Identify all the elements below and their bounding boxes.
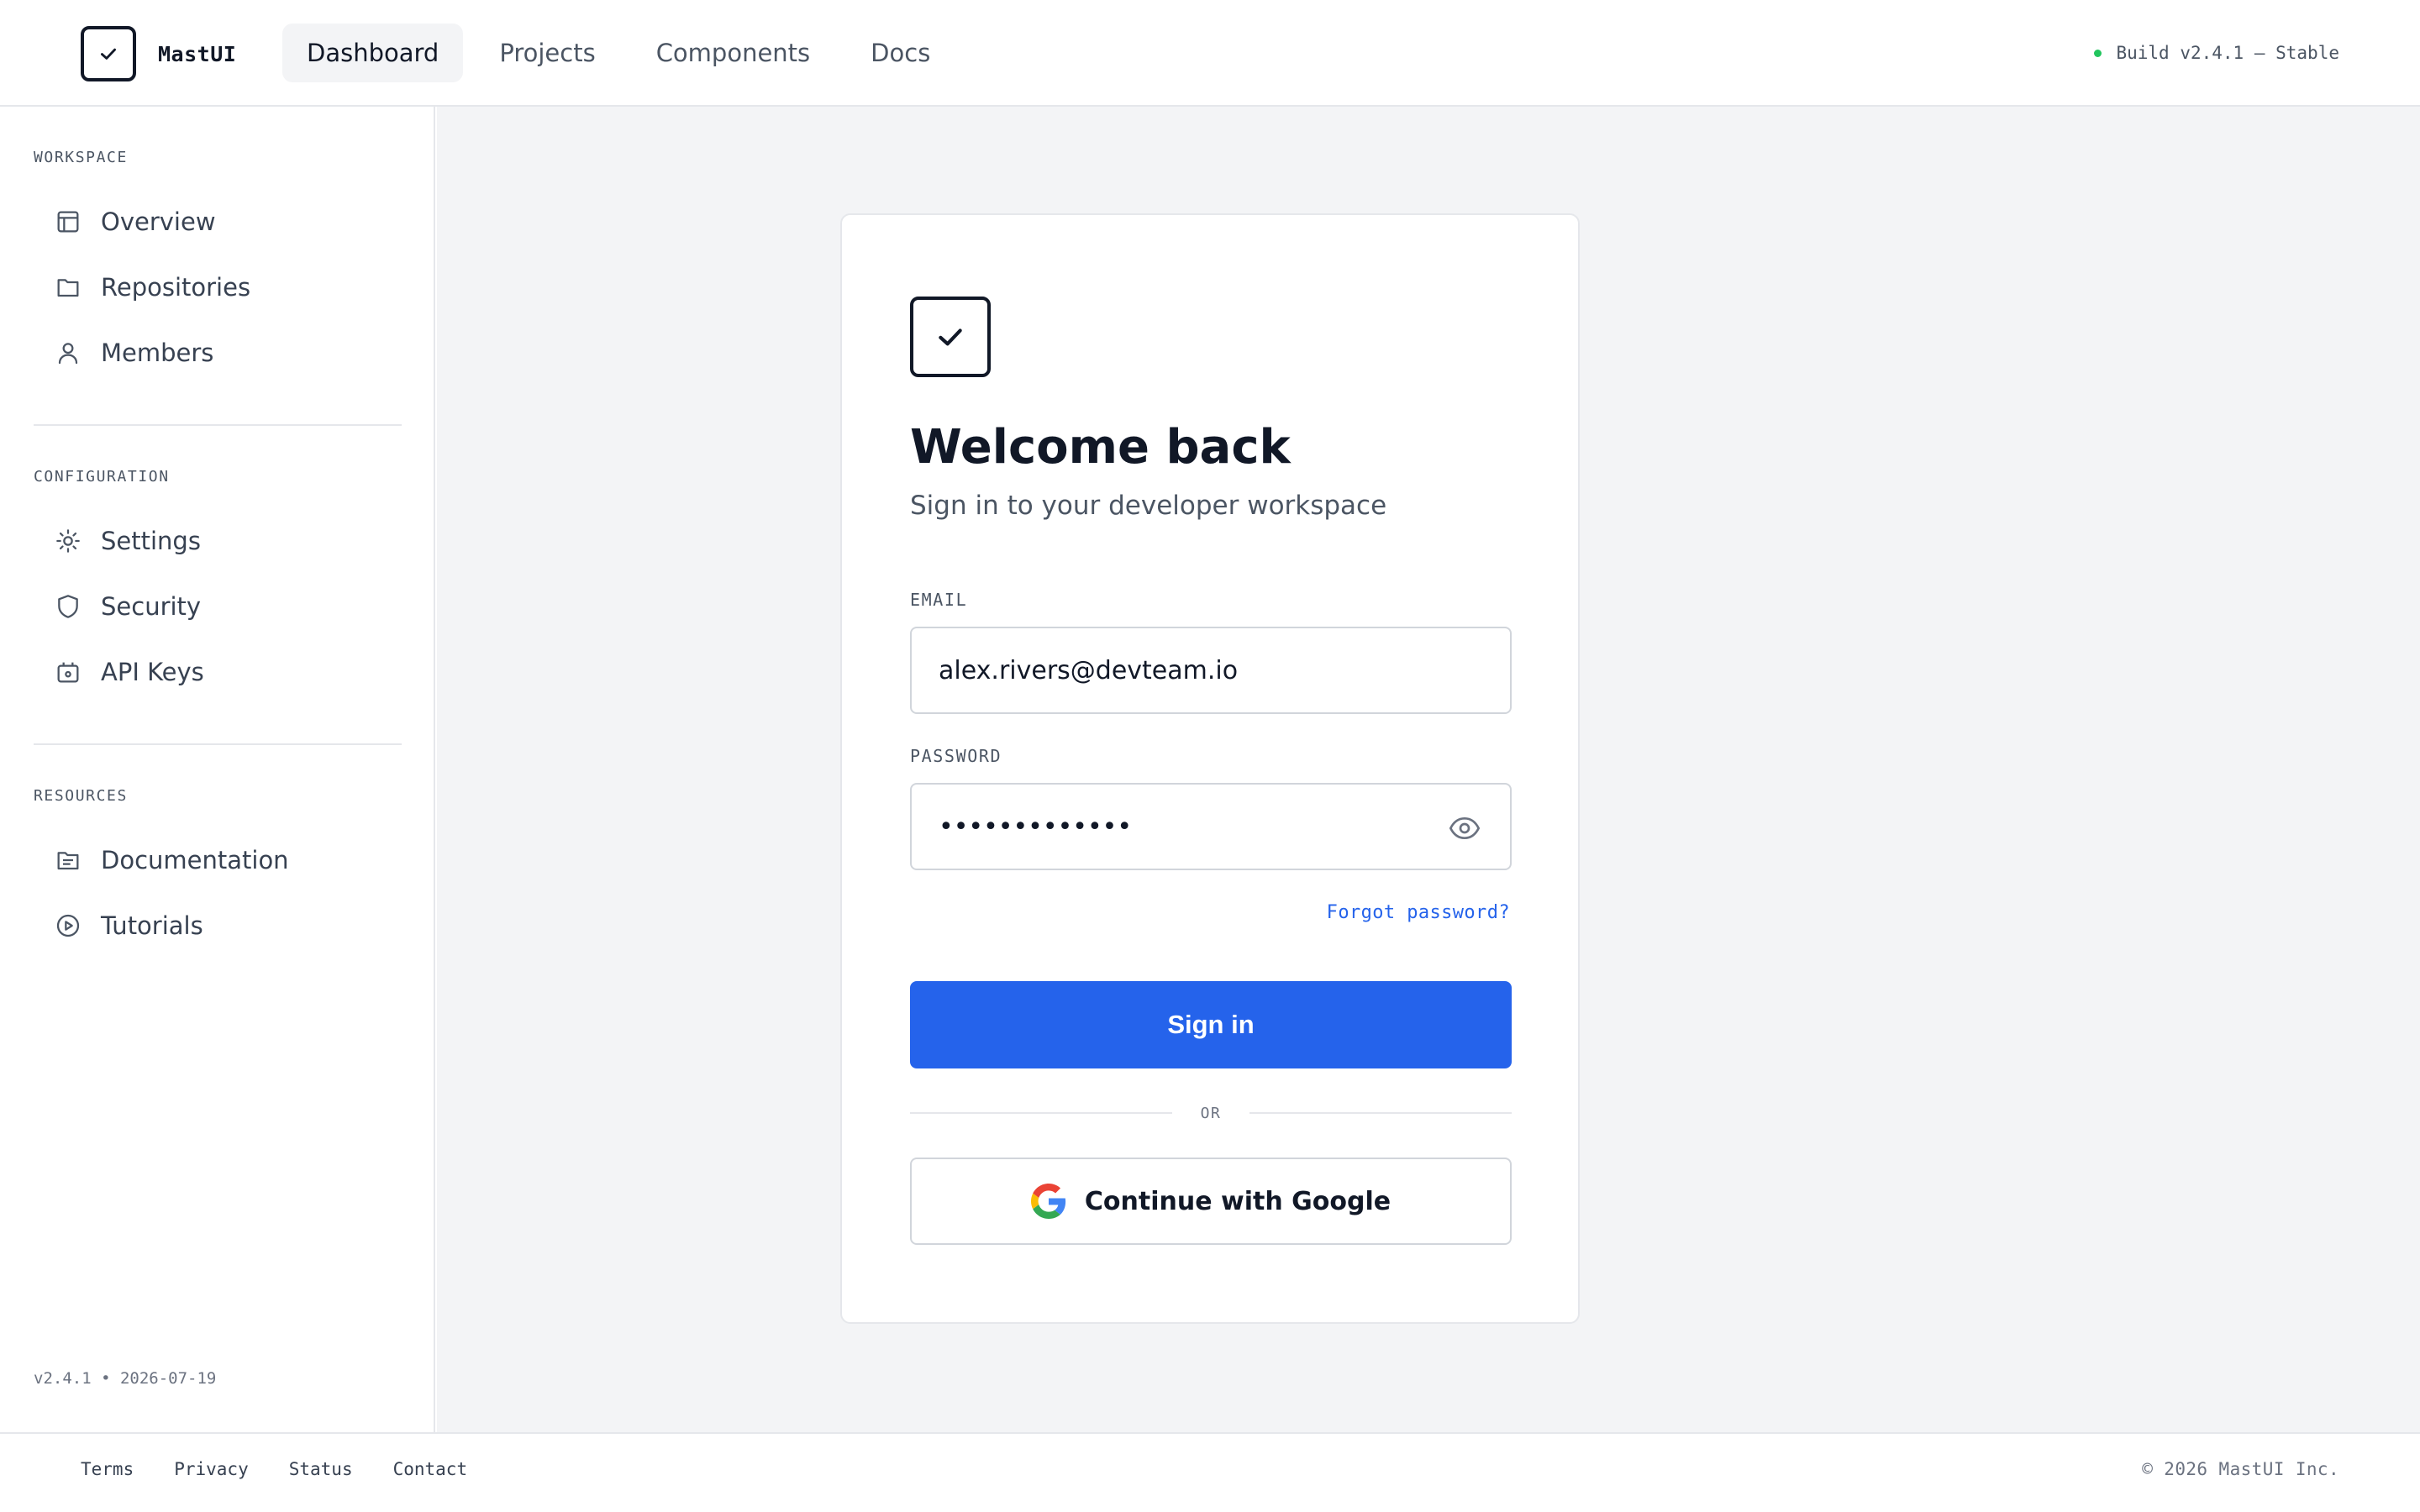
nav-components[interactable]: Components	[632, 24, 834, 82]
nav-dashboard[interactable]: Dashboard	[282, 24, 464, 82]
password-label: PASSWORD	[910, 746, 1002, 766]
footer-link-privacy[interactable]: Privacy	[174, 1459, 249, 1479]
footer-links: Terms Privacy Status Contact	[81, 1459, 508, 1479]
divider-line	[910, 1112, 1172, 1114]
sidebar-section-configuration: CONFIGURATION	[34, 468, 170, 486]
brand-logo-icon	[81, 26, 136, 81]
sidebar-item-label: Overview	[101, 207, 216, 236]
password-field[interactable]: •••••••••••••	[910, 783, 1512, 870]
status-dot-icon	[2094, 49, 2102, 57]
layout-icon	[54, 207, 82, 236]
main-content: Welcome back Sign in to your developer w…	[437, 107, 2420, 1432]
or-text: OR	[1200, 1104, 1222, 1122]
sidebar-item-documentation[interactable]: Documentation	[34, 832, 402, 888]
sidebar-item-label: API Keys	[101, 658, 204, 686]
footer-link-status[interactable]: Status	[289, 1459, 353, 1479]
folder-icon	[54, 273, 82, 302]
key-icon	[54, 658, 82, 686]
footer-link-terms[interactable]: Terms	[81, 1459, 134, 1479]
sidebar-item-label: Documentation	[101, 846, 289, 874]
forgot-password-link[interactable]: Forgot password?	[1327, 902, 1510, 923]
nav-docs[interactable]: Docs	[846, 24, 955, 82]
sidebar-item-security[interactable]: Security	[34, 579, 402, 634]
login-card: Welcome back Sign in to your developer w…	[840, 213, 1580, 1324]
sidebar-section-resources: RESOURCES	[34, 787, 128, 805]
top-navigation-bar: MastUI Dashboard Projects Components Doc…	[0, 0, 2420, 107]
checkmark-logo-icon	[910, 297, 991, 377]
sidebar-item-members[interactable]: Members	[34, 325, 402, 381]
email-label: EMAIL	[910, 590, 968, 610]
sidebar-item-label: Security	[101, 592, 202, 621]
page-subtitle: Sign in to your developer workspace	[910, 491, 1387, 521]
play-circle-icon	[54, 911, 82, 940]
sun-gear-icon	[54, 527, 82, 555]
footer: Terms Privacy Status Contact © 2026 Mast…	[0, 1432, 2420, 1512]
show-password-eye-icon[interactable]	[1448, 811, 1481, 845]
sidebar-item-settings[interactable]: Settings	[34, 513, 402, 569]
copyright: © 2026 MastUI Inc.	[2142, 1459, 2339, 1479]
password-value: •••••••••••••	[939, 811, 1133, 842]
sidebar-item-repositories[interactable]: Repositories	[34, 260, 402, 315]
sidebar-section-workspace: WORKSPACE	[34, 149, 128, 166]
google-logo-icon	[1030, 1184, 1066, 1219]
document-icon	[54, 846, 82, 874]
sidebar: WORKSPACE Overview Repositories Members …	[0, 107, 435, 1432]
footer-link-contact[interactable]: Contact	[393, 1459, 468, 1479]
user-icon	[54, 339, 82, 367]
sidebar-item-label: Settings	[101, 527, 201, 555]
sidebar-item-tutorials[interactable]: Tutorials	[34, 898, 402, 953]
brand-name: MastUI	[158, 41, 237, 66]
sign-in-button[interactable]: Sign in	[910, 981, 1512, 1068]
nav-projects[interactable]: Projects	[475, 24, 619, 82]
email-field[interactable]: alex.rivers@devteam.io	[910, 627, 1512, 714]
sidebar-item-label: Members	[101, 339, 214, 367]
google-button-label: Continue with Google	[1084, 1186, 1392, 1216]
or-divider: OR	[910, 1100, 1512, 1126]
main-nav: Dashboard Projects Components Docs	[282, 24, 966, 82]
divider-line	[1249, 1112, 1512, 1114]
brand[interactable]: MastUI	[81, 26, 236, 81]
build-status-text: Build v2.4.1 — Stable	[2116, 43, 2339, 63]
sidebar-item-overview[interactable]: Overview	[34, 194, 402, 249]
email-value: alex.rivers@devteam.io	[939, 655, 1239, 685]
sidebar-item-label: Tutorials	[101, 911, 203, 940]
sidebar-item-label: Repositories	[101, 273, 251, 302]
build-status: Build v2.4.1 — Stable	[2094, 37, 2339, 69]
sidebar-divider	[34, 424, 402, 426]
shield-icon	[54, 592, 82, 621]
sidebar-version: v2.4.1 • 2026-07-19	[34, 1369, 217, 1388]
continue-with-google-button[interactable]: Continue with Google	[910, 1158, 1512, 1245]
page-title: Welcome back	[910, 420, 1291, 475]
sidebar-divider	[34, 743, 402, 745]
sidebar-item-api-keys[interactable]: API Keys	[34, 644, 402, 700]
